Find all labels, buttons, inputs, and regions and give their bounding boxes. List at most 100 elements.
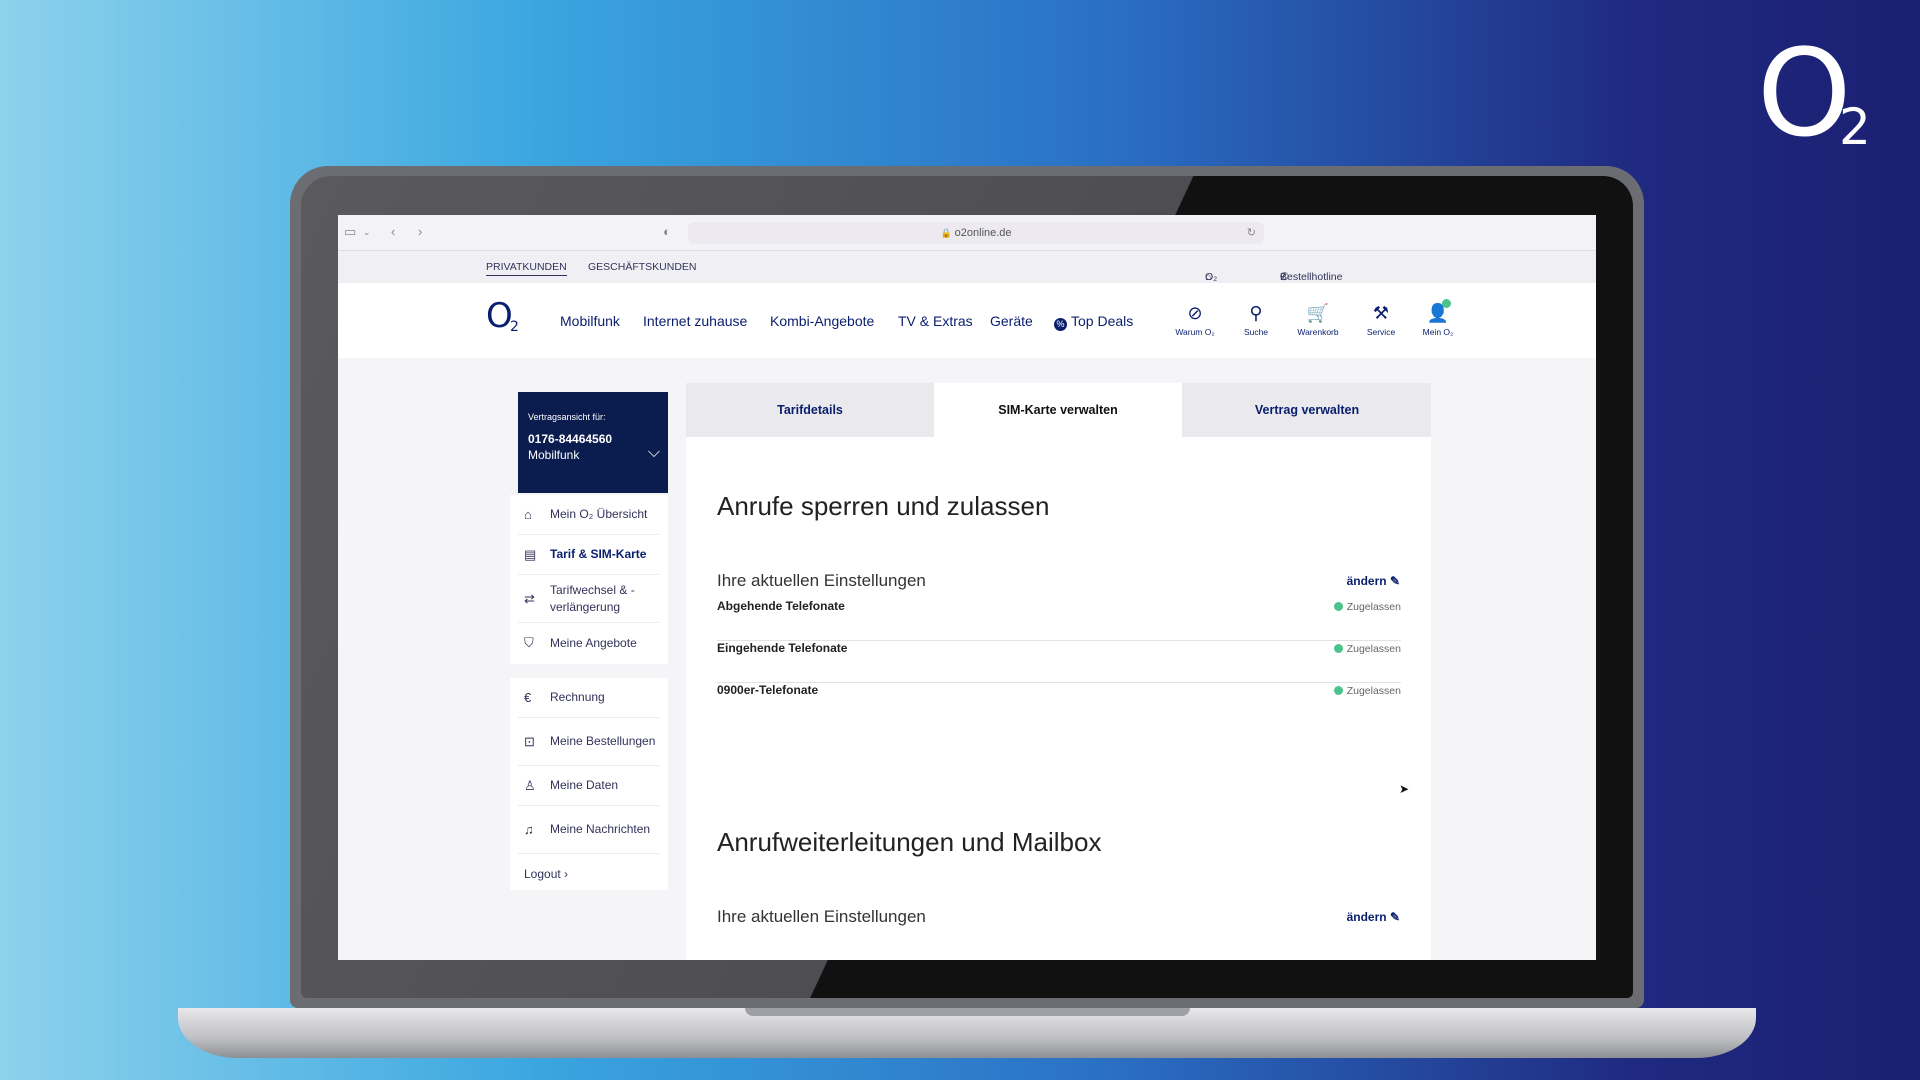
setting-label: Abgehende Telefonate — [717, 599, 845, 613]
contract-number: 0176-84464560 — [528, 432, 613, 446]
status-text: Zugelassen — [1346, 685, 1401, 697]
setting-label: Eingehende Telefonate — [717, 641, 848, 655]
section-title-weiterleitungen: Anrufweiterleitungen und Mailbox — [717, 827, 1102, 857]
chevron-down-icon[interactable]: ⌄ — [363, 225, 371, 239]
nav-internet-zuhause[interactable]: Internet zuhause — [643, 313, 747, 329]
user-icon: ♙ — [524, 778, 536, 793]
url-text: o2online.de — [954, 227, 1012, 239]
mouse-cursor-icon: ➤ — [1399, 782, 1410, 796]
invoice-icon: € — [524, 690, 532, 705]
logout-label: Logout › — [524, 866, 569, 881]
status-text: Zugelassen — [1346, 643, 1401, 655]
tab-vertrag-verwalten[interactable]: Vertrag verwalten — [1183, 383, 1431, 437]
browser-toolbar: ▭ ⌄ ‹ › ◐ 🔒 o2online.de ↻ — [338, 215, 1596, 251]
status-badge: Zugelassen — [1333, 685, 1401, 697]
nav-suche[interactable]: ⚲ Suche — [1231, 303, 1281, 337]
nav-service[interactable]: ⚒ Service — [1356, 303, 1406, 337]
logo-o: O — [1757, 25, 1852, 164]
current-settings-heading: Ihre aktuellen Einstellungen — [717, 907, 926, 926]
lock-icon: 🔒 — [940, 228, 952, 238]
sidebar-item-rechnung[interactable]: € Rechnung — [518, 678, 660, 718]
pencil-icon: ✎ — [1389, 910, 1400, 924]
wrench-icon: ⚒ — [1372, 303, 1390, 323]
percent-icon: % — [1054, 318, 1067, 331]
status-dot-icon — [1333, 644, 1343, 653]
status-dot-icon — [1333, 602, 1343, 611]
change-label: ändern — [1346, 574, 1387, 588]
nav-tv-extras[interactable]: TV & Extras — [898, 313, 973, 329]
contract-type: Mobilfunk — [528, 448, 580, 462]
nav-kombi-angebote[interactable]: Kombi-Angebote — [770, 313, 874, 329]
tab-tarifdetails[interactable]: Tarifdetails — [686, 383, 934, 437]
sidebar-item-angebote[interactable]: ⛉ Meine Angebote — [518, 623, 660, 663]
header-logo-2: 2 — [510, 319, 519, 335]
change-label: ändern — [1346, 910, 1387, 924]
tab-panel: Anrufe sperren und zulassen Ihre aktuell… — [686, 437, 1431, 960]
forward-icon[interactable]: › — [418, 225, 422, 239]
sidebar-item-label: Mein O₂ Übersicht — [550, 507, 648, 521]
mein-o2-label: Mein O₂ — [1422, 327, 1454, 337]
logo-2: 2 — [1839, 98, 1871, 156]
sidebar-item-tarifwechsel[interactable]: ⇄ Tarifwechsel & -verlängerung — [518, 575, 660, 623]
logged-in-badge — [1442, 299, 1451, 308]
shield-icon[interactable]: ◐ — [663, 225, 671, 239]
sidebar-toggle-icon[interactable]: ▭ — [344, 225, 356, 239]
setting-label: 0900er-Telefonate — [717, 683, 819, 697]
sidebar-item-label: Meine Bestellungen — [550, 734, 656, 748]
logout-text: Logout — [524, 866, 561, 881]
top-deals-label: Top Deals — [1071, 313, 1134, 329]
check-circle-icon: ⊘ — [1187, 303, 1203, 323]
sidebar-item-label: Meine Angebote — [550, 635, 637, 650]
search-icon: ⚲ — [1249, 303, 1263, 323]
status-text: Zugelassen — [1346, 601, 1401, 613]
contract-tabs: Tarifdetails SIM-Karte verwalten Vertrag… — [686, 383, 1431, 438]
tab-privatkunden[interactable]: PRIVATKUNDEN — [486, 261, 567, 276]
sidebar-item-label: Tarifwechsel & -verlängerung — [550, 582, 635, 614]
setting-row: Abgehende Telefonate Zugelassen — [717, 599, 1401, 641]
sidebar-item-label: Meine Nachrichten — [550, 822, 651, 836]
document-icon: ▤ — [524, 547, 537, 562]
nav-mein-o2[interactable]: 👤 Mein O₂ — [1413, 299, 1463, 337]
nav-warenkorb[interactable]: 🛒 Warenkorb — [1293, 303, 1343, 337]
bell-icon: ♫ — [524, 822, 534, 837]
nav-geraete[interactable]: Geräte — [990, 313, 1033, 329]
status-dot-icon — [1333, 686, 1343, 695]
pencil-icon: ✎ — [1389, 574, 1400, 588]
address-bar[interactable]: 🔒 o2online.de ↻ — [688, 222, 1264, 244]
header-logo-o: O — [486, 296, 513, 336]
nav-warum-o2[interactable]: ⊘ Warum O₂ — [1170, 303, 1220, 337]
reload-icon[interactable]: ↻ — [1247, 222, 1256, 244]
main-navigation: O2 Mobilfunk Internet zuhause Kombi-Ange… — [338, 283, 1596, 358]
status-badge: Zugelassen — [1333, 643, 1401, 655]
o2-header-logo[interactable]: O2 — [486, 296, 519, 336]
nav-mobilfunk[interactable]: Mobilfunk — [560, 313, 620, 329]
status-badge: Zugelassen — [1333, 601, 1401, 613]
nav-top-deals[interactable]: % Top Deals — [1054, 313, 1133, 331]
warum-label: Warum O₂ — [1175, 327, 1215, 337]
current-settings-heading: Ihre aktuellen Einstellungen — [717, 571, 926, 590]
change-button[interactable]: ändern ✎ — [1347, 910, 1400, 924]
contract-selector-label: Vertragsansicht für: — [528, 412, 606, 422]
tab-geschaeftskunden[interactable]: GESCHÄFTSKUNDEN — [588, 261, 697, 273]
sidebar-item-uebersicht[interactable]: ⌂ Mein O₂ Übersicht — [518, 495, 660, 535]
warenkorb-label: Warenkorb — [1297, 327, 1339, 337]
sidebar-item-label: Meine Daten — [550, 778, 619, 792]
chevron-down-icon: ⌵ — [647, 444, 660, 461]
sidebar-item-bestellungen[interactable]: ⊡ Meine Bestellungen — [518, 718, 660, 766]
contract-selector[interactable]: Vertragsansicht für: 0176-84464560 Mobil… — [518, 392, 668, 493]
cart-icon: ⊡ — [524, 734, 535, 749]
home-icon: ⌂ — [524, 507, 532, 522]
sidebar-group-account: € Rechnung ⊡ Meine Bestellungen ♙ Meine Dat… — [510, 678, 668, 890]
swap-icon: ⇄ — [524, 591, 535, 606]
tab-sim-karte-verwalten[interactable]: SIM-Karte verwalten — [934, 383, 1182, 438]
section-title-anrufe: Anrufe sperren und zulassen — [717, 491, 1050, 521]
setting-row: 0900er-Telefonate Zugelassen — [717, 683, 1401, 725]
sidebar-group-contract: ⌂ Mein O₂ Übersicht ▤ Tarif & SIM-Karte ⇄ T… — [510, 495, 668, 664]
sidebar-item-nachrichten[interactable]: ♫ Meine Nachrichten — [518, 806, 660, 854]
logout-link[interactable]: Logout › — [518, 854, 660, 894]
sidebar-item-tarif-sim[interactable]: ▤ Tarif & SIM-Karte — [518, 535, 660, 575]
sidebar-item-daten[interactable]: ♙ Meine Daten — [518, 766, 660, 806]
change-button[interactable]: ändern ✎ — [1347, 574, 1400, 588]
back-icon[interactable]: ‹ — [391, 225, 395, 239]
laptop-screen: ▭ ⌄ ‹ › ◐ 🔒 o2online.de ↻ PRIVATKUNDEN GE… — [338, 215, 1596, 960]
